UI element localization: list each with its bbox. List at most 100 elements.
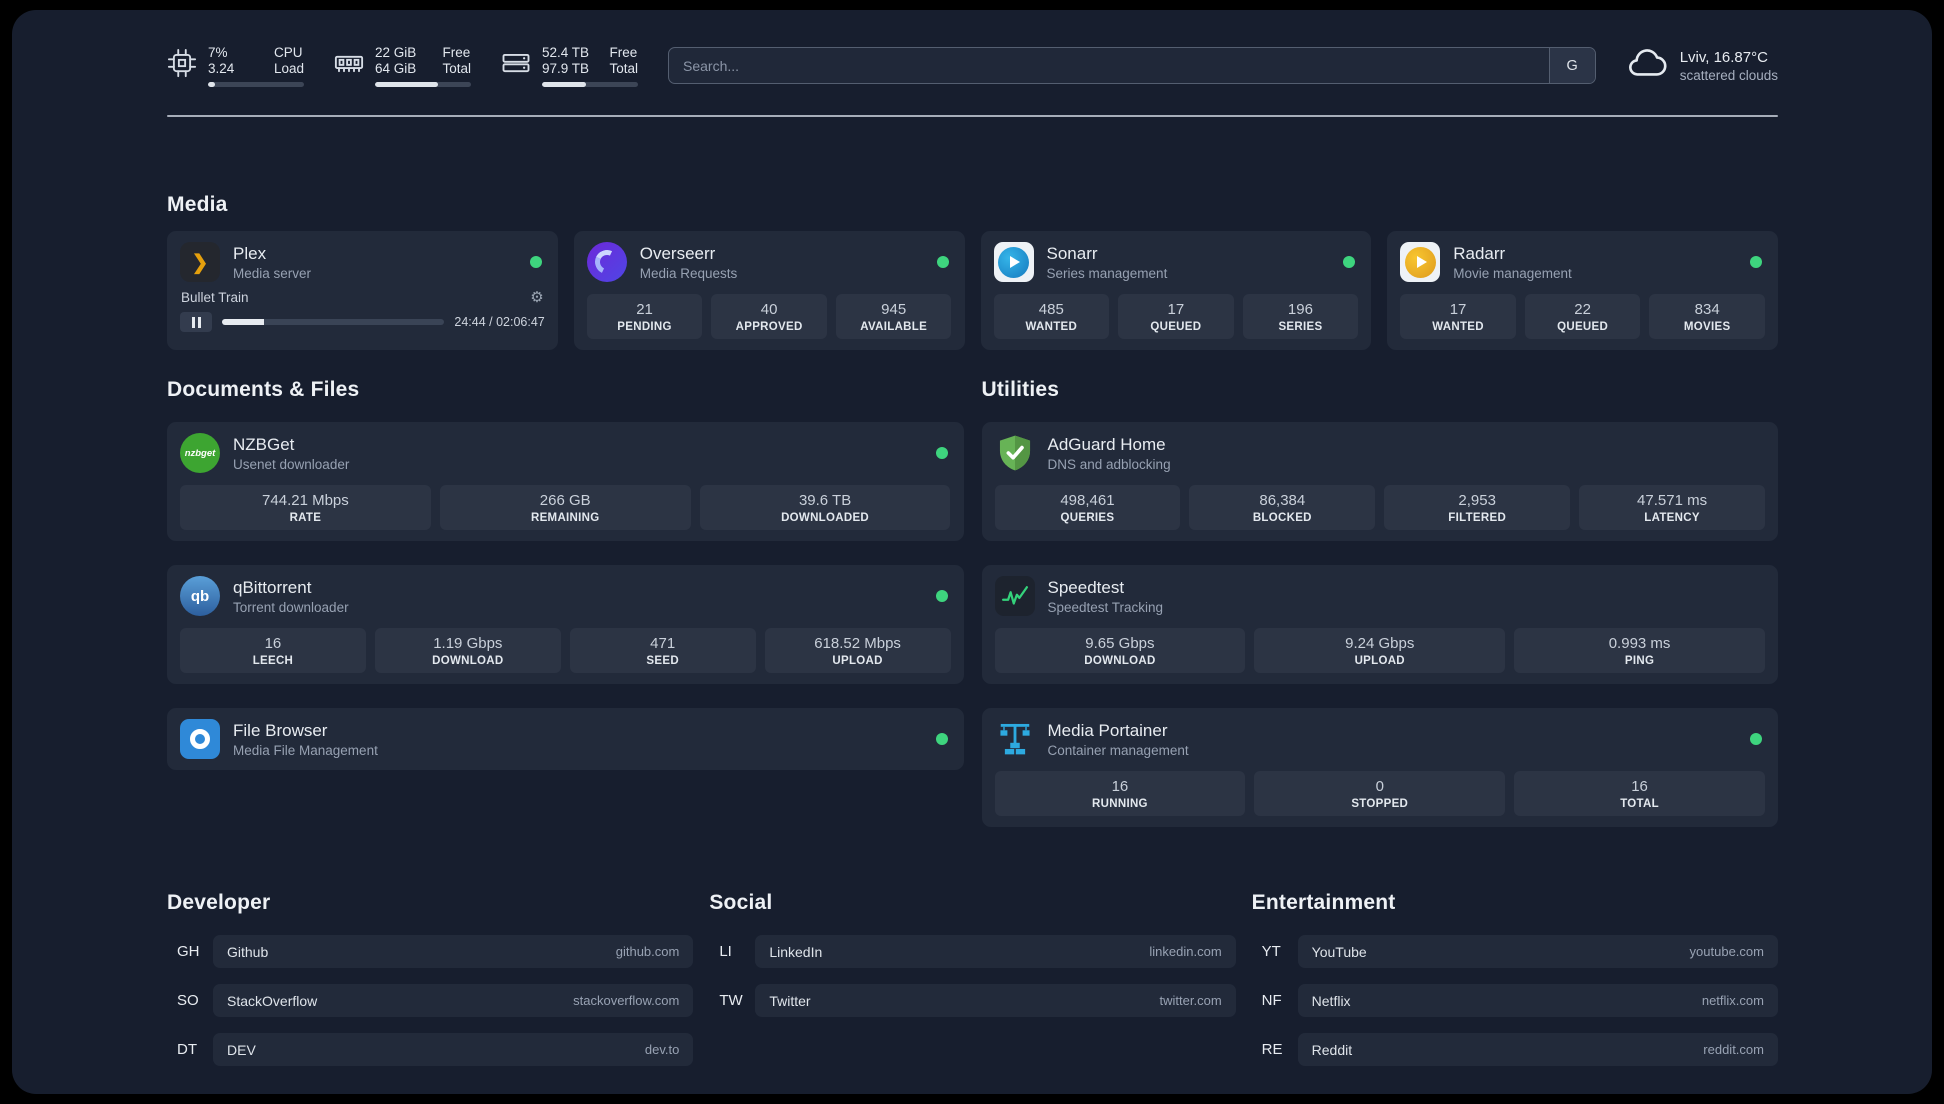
bookmark-link-linkedin[interactable]: LinkedIn linkedin.com	[755, 935, 1236, 968]
service-subtitle: Media server	[233, 265, 312, 281]
stat-value: 21	[636, 301, 653, 318]
adguard-icon	[995, 433, 1035, 473]
stat-upload: 618.52 Mbps UPLOAD	[764, 628, 951, 673]
service-card-qbittorrent[interactable]: qb qBittorrent Torrent downloader 16 LEE…	[167, 565, 964, 684]
service-name: Speedtest	[1047, 577, 1125, 597]
stat-label: LATENCY	[1644, 512, 1700, 524]
service-card-overseerr[interactable]: Overseerr Media Requests 21 PENDING 40 A…	[573, 231, 965, 350]
weather-location: Lviv, 16.87°C	[1679, 48, 1768, 66]
speedtest-icon	[994, 576, 1035, 616]
search-provider-button[interactable]: G	[1548, 48, 1595, 83]
bookmark-link-netflix[interactable]: Netflix netflix.com	[1297, 984, 1778, 1017]
stat-value: 471	[650, 635, 676, 652]
service-card-plex[interactable]: ❯ Plex Media server Bullet Train ⚙ 24:44…	[167, 231, 558, 350]
cpu-usage-value: 7%	[208, 44, 228, 60]
service-card-portainer[interactable]: Media Portainer Container management 16 …	[981, 708, 1778, 827]
disk-widget: 52.4 TB Free 97.9 TB Total	[501, 45, 638, 87]
stat-queued: 22 QUEUED	[1524, 294, 1641, 339]
topbar: 7% CPU 3.24 Load 22 GiB Free 64 GiB Tota…	[167, 42, 1778, 89]
stat-label: WANTED	[1432, 321, 1484, 333]
bookmark-link-github[interactable]: Github github.com	[213, 935, 694, 968]
weather-widget: Lviv, 16.87°C scattered clouds	[1626, 42, 1778, 89]
stat-value: 485	[1038, 301, 1064, 318]
stat-upload: 9.24 Gbps UPLOAD	[1254, 628, 1506, 673]
stat-value: 22	[1574, 301, 1591, 318]
now-playing-title: Bullet Train	[181, 290, 249, 305]
dashboard: 7% CPU 3.24 Load 22 GiB Free 64 GiB Tota…	[12, 10, 1932, 1094]
sonarr-icon	[993, 242, 1034, 282]
bookmark-stackoverflow: SO StackOverflow stackoverflow.com	[167, 984, 694, 1017]
memory-free-value: 22 GiB	[375, 44, 417, 60]
stat-value: 834	[1694, 301, 1720, 318]
search-input[interactable]	[669, 48, 1549, 83]
bookmark-name: DEV	[227, 1041, 256, 1058]
bookmark-link-dev[interactable]: DEV dev.to	[213, 1033, 694, 1066]
stat-label: APPROVED	[735, 321, 803, 333]
service-name: qBittorrent	[233, 577, 312, 597]
stat-label: REMAINING	[530, 512, 600, 524]
stat-ping: 0.993 ms PING	[1514, 628, 1765, 673]
stat-series: 196 SERIES	[1242, 294, 1359, 339]
stat-value: 196	[1287, 301, 1313, 318]
service-card-sonarr[interactable]: Sonarr Series management 485 WANTED 17 Q…	[980, 231, 1372, 350]
bookmark-name: Github	[227, 943, 269, 960]
service-card-radarr[interactable]: Radarr Movie management 17 WANTED 22 QUE…	[1387, 231, 1778, 350]
stat-label: UPLOAD	[1354, 655, 1405, 667]
service-name: Plex	[233, 243, 267, 263]
qbittorrent-icon: qb	[180, 576, 220, 616]
memory-widget: 22 GiB Free 64 GiB Total	[334, 45, 471, 87]
nzbget-icon: nzbget	[180, 433, 220, 473]
stat-leech: 16 LEECH	[180, 628, 366, 673]
service-subtitle: Movie management	[1453, 265, 1572, 281]
divider	[167, 115, 1778, 117]
cpu-progress-fill	[208, 81, 215, 87]
gear-icon[interactable]: ⚙	[530, 290, 543, 305]
disk-total-value: 97.9 TB	[542, 60, 590, 76]
stat-value: 1.19 Gbps	[433, 635, 503, 652]
service-card-adguard[interactable]: AdGuard Home DNS and adblocking 498,461 …	[981, 422, 1778, 541]
stat-value: 17	[1167, 301, 1185, 318]
stat-label: TOTAL	[1620, 798, 1659, 810]
stat-wanted: 485 WANTED	[993, 294, 1110, 339]
service-card-speedtest[interactable]: Speedtest Speedtest Tracking 9.65 Gbps D…	[981, 565, 1778, 684]
stat-value: 2,953	[1458, 492, 1496, 509]
stat-label: QUERIES	[1060, 512, 1115, 524]
radarr-icon	[1400, 242, 1441, 282]
bookmark-name: Reddit	[1311, 1041, 1353, 1058]
bookmark-linkedin: LI LinkedIn linkedin.com	[709, 935, 1236, 968]
cpu-widget: 7% CPU 3.24 Load	[167, 45, 304, 87]
disk-free-value: 52.4 TB	[542, 44, 590, 60]
status-dot	[1750, 733, 1762, 745]
stat-label: QUEUED	[1150, 321, 1202, 333]
pause-button[interactable]	[180, 312, 212, 332]
stat-seed: 471 SEED	[569, 628, 756, 673]
stat-label: RUNNING	[1092, 798, 1148, 810]
service-card-filebrowser[interactable]: File Browser Media File Management	[167, 708, 964, 770]
stat-label: RATE	[289, 512, 322, 524]
bookmark-github: GH Github github.com	[167, 935, 694, 968]
playback-progress-bar[interactable]	[222, 319, 445, 325]
bookmark-name: LinkedIn	[769, 943, 823, 960]
bookmark-link-reddit[interactable]: Reddit reddit.com	[1297, 1033, 1778, 1066]
stat-remaining: 266 GB REMAINING	[439, 485, 691, 530]
stat-filtered: 2,953 FILTERED	[1384, 485, 1571, 530]
cpu-load-value: 3.24	[208, 60, 235, 76]
bookmark-link-youtube[interactable]: YouTube youtube.com	[1297, 935, 1778, 968]
stat-rate: 744.21 Mbps RATE	[180, 485, 431, 530]
service-card-nzbget[interactable]: nzbget NZBGet Usenet downloader 744.21 M…	[167, 422, 964, 541]
bookmark-abbr: YT	[1261, 943, 1281, 960]
bookmark-link-stackoverflow[interactable]: StackOverflow stackoverflow.com	[213, 984, 694, 1017]
bookmark-group-developer: Developer GH Github github.com SO StackO…	[167, 891, 694, 1082]
bookmark-domain: twitter.com	[1159, 993, 1222, 1008]
stat-label: LEECH	[252, 655, 294, 667]
bookmark-link-twitter[interactable]: Twitter twitter.com	[755, 984, 1236, 1017]
bookmark-abbr: DT	[177, 1041, 197, 1058]
stat-queries: 498,461 QUERIES	[994, 485, 1181, 530]
service-subtitle: Media File Management	[233, 742, 378, 758]
status-dot	[935, 733, 948, 745]
stat-label: AVAILABLE	[860, 321, 928, 333]
stat-latency: 47.571 ms LATENCY	[1579, 485, 1765, 530]
status-dot	[936, 256, 949, 268]
cpu-progress-bar	[208, 81, 304, 87]
stat-value: 945	[881, 301, 907, 318]
